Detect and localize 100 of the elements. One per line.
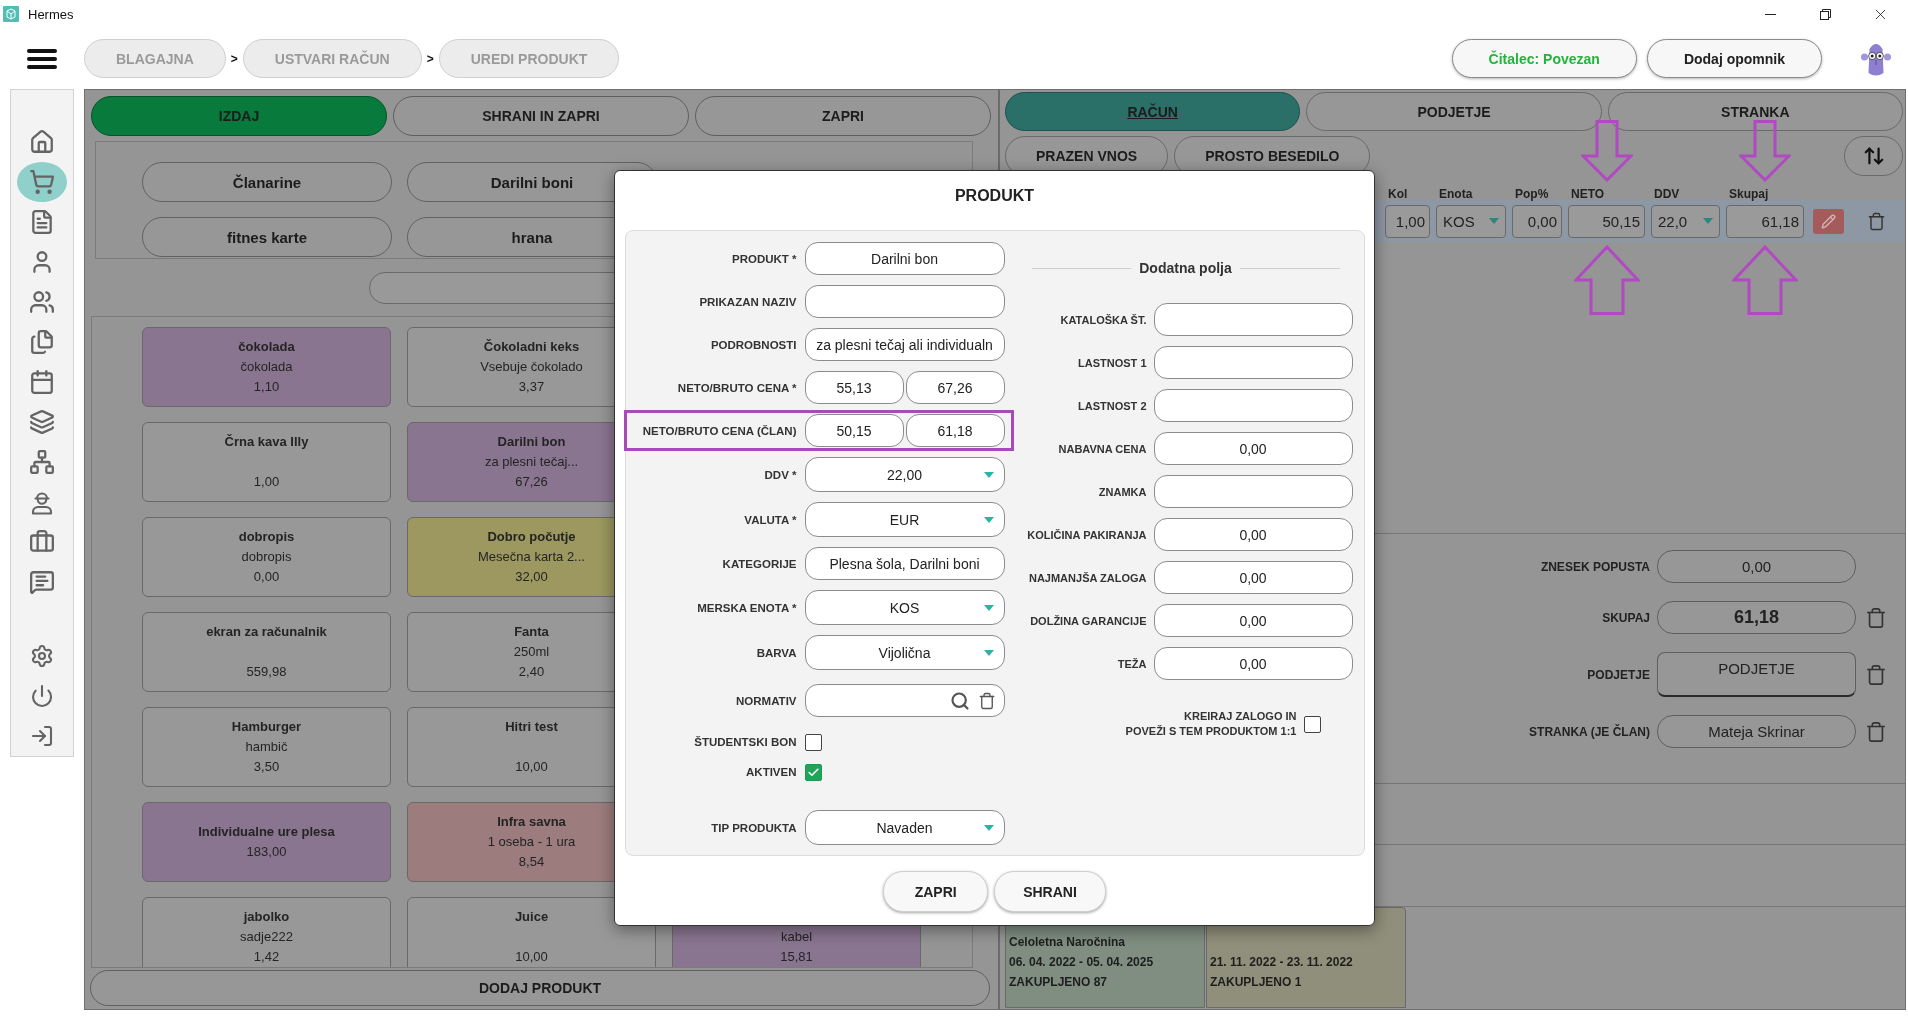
dropdown-field[interactable]: Navaden: [804, 810, 1005, 845]
checkbox[interactable]: [804, 733, 822, 751]
subscription-usage: ZAKUPLJENO 87: [1009, 974, 1109, 991]
price-field[interactable]: 61,18: [905, 414, 1005, 447]
power-icon: [30, 684, 54, 708]
tab[interactable]: STRANKA: [1607, 92, 1903, 131]
column-header: Kol: [1388, 187, 1408, 201]
number-cell[interactable]: 50,15: [1568, 204, 1645, 238]
trash-icon[interactable]: [1865, 606, 1887, 629]
add-product-button[interactable]: DODAJ PRODUKT: [90, 970, 990, 1006]
text-field[interactable]: [1153, 475, 1353, 508]
price-field[interactable]: 67,26: [905, 371, 1005, 404]
price-field[interactable]: 55,13: [804, 371, 904, 404]
number-cell[interactable]: 61,18: [1726, 204, 1804, 238]
lookup-field[interactable]: [804, 684, 1005, 717]
category-button[interactable]: fitnes karte: [142, 217, 392, 257]
settings-icon: [30, 644, 54, 668]
number-field[interactable]: 0,00: [1153, 604, 1353, 637]
product-card[interactable]: Črna kava Illy 1,00: [142, 422, 391, 502]
menu-icon: [27, 47, 57, 70]
trash-icon[interactable]: [977, 691, 996, 710]
dropdown-field[interactable]: 22,00: [804, 457, 1005, 492]
summary-label: SKUPAJ: [1602, 610, 1650, 625]
product-card[interactable]: Individualne ure plesa 183,00: [142, 802, 391, 882]
dropdown-cell[interactable]: 22,0: [1651, 204, 1720, 238]
product-card[interactable]: dobropis dobropis 0,00: [142, 517, 391, 597]
text-field[interactable]: [1153, 389, 1353, 422]
summary-field[interactable]: Mateja Skrinar: [1657, 715, 1856, 748]
action-button[interactable]: IZDAJ: [91, 96, 387, 136]
number-cell[interactable]: 0,00: [1512, 204, 1562, 238]
network-icon: [29, 449, 55, 475]
field-label: DOLŽINA GARANCIJE: [1030, 614, 1147, 627]
checkbox[interactable]: [1303, 715, 1321, 733]
text-field[interactable]: [804, 285, 1005, 318]
number-field[interactable]: 0,00: [1153, 518, 1353, 551]
section-heading: Dodatna polja: [1139, 260, 1232, 276]
tab[interactable]: RAČUN: [1005, 92, 1301, 131]
product-name: Črna kava Illy: [224, 433, 309, 451]
search-icon[interactable]: [949, 690, 970, 711]
action-button[interactable]: SHRANI IN ZAPRI: [393, 96, 689, 136]
number-field[interactable]: 0,00: [1153, 432, 1353, 465]
field-label: MERSKA ENOTA *: [697, 601, 797, 614]
text-field[interactable]: za plesni tečaj ali individualn: [804, 328, 1005, 361]
product-card[interactable]: čokolada čokolada 1,10: [142, 327, 391, 407]
documents-icon: [29, 329, 55, 355]
product-description: kabel: [780, 928, 813, 946]
nav-button[interactable]: [17, 162, 67, 202]
product-name: Hamburger: [231, 718, 302, 736]
field-label: PODROBNOSTI: [710, 338, 797, 351]
users-icon: [29, 289, 55, 315]
caret-icon: [983, 604, 994, 611]
summary-label: STRANKA (JE ČLAN): [1529, 724, 1650, 739]
summary-label: PODJETJE: [1587, 667, 1650, 682]
product-name: Juice: [514, 908, 549, 926]
trash-icon[interactable]: [1865, 663, 1887, 686]
product-description: dobropis: [241, 548, 292, 566]
product-description: čokolada: [240, 358, 293, 376]
price-field[interactable]: 50,15: [804, 414, 904, 447]
number-cell[interactable]: 1,00: [1385, 204, 1430, 238]
number-field[interactable]: 0,00: [1153, 561, 1353, 594]
dropdown-field[interactable]: EUR: [804, 502, 1005, 537]
subscription-period: 06. 04. 2022 - 05. 04. 2025: [1009, 954, 1155, 971]
menu-button[interactable]: [27, 47, 57, 70]
dropdown-cell[interactable]: KOS: [1436, 204, 1506, 238]
product-price: 183,00: [246, 843, 287, 861]
column-header: NETO: [1571, 187, 1605, 201]
product-card[interactable]: Hamburger hambič 3,50: [142, 707, 391, 787]
product-card[interactable]: Juice 10,00: [407, 897, 656, 967]
dropdown-field[interactable]: KOS: [804, 590, 1005, 625]
caret-icon: [1489, 218, 1499, 224]
dialog-button[interactable]: ZAPRI: [883, 871, 989, 912]
product-description: Mesečna karta 2...: [478, 548, 585, 566]
dialog-button[interactable]: SHRANI: [994, 871, 1106, 912]
trash-icon[interactable]: [1867, 211, 1886, 231]
dropdown-field[interactable]: Vijolična: [804, 635, 1005, 670]
product-card[interactable]: jabolko sadje222 1,42: [142, 897, 391, 967]
up-down-arrows-icon: [1862, 145, 1885, 167]
field-label: KREIRAJ ZALOGO IN POVEŽI S TEM PRODUKTOM 1:1: [1125, 709, 1297, 739]
field-label: ZNAMKA: [1098, 485, 1147, 498]
checkbox[interactable]: [804, 763, 822, 781]
column-header: Pop%: [1515, 187, 1549, 201]
window-title: Hermes: [28, 6, 74, 22]
text-field[interactable]: [1153, 303, 1353, 336]
action-button[interactable]: ZAPRI: [695, 96, 991, 136]
category-button[interactable]: Članarine: [142, 162, 392, 202]
picker-field[interactable]: PODJETJE: [1657, 652, 1856, 697]
product-description: hambič: [245, 738, 288, 756]
text-field[interactable]: [1153, 346, 1353, 379]
add-reminder-button[interactable]: Dodaj opomnik: [1646, 39, 1822, 78]
number-field[interactable]: 0,00: [1153, 647, 1353, 680]
summary-field[interactable]: 0,00: [1657, 550, 1856, 583]
restore-icon: [1820, 8, 1831, 20]
check-icon: [806, 765, 820, 779]
tab[interactable]: PODJETJE: [1306, 92, 1602, 131]
home-icon: [29, 129, 55, 155]
text-field[interactable]: Darilni bon: [804, 242, 1005, 275]
trash-icon[interactable]: [1865, 720, 1887, 743]
product-card[interactable]: ekran za računalnik 559,98: [142, 612, 391, 692]
text-field[interactable]: Plesna šola, Darilni boni: [804, 547, 1005, 580]
sort-button[interactable]: [1844, 136, 1903, 176]
